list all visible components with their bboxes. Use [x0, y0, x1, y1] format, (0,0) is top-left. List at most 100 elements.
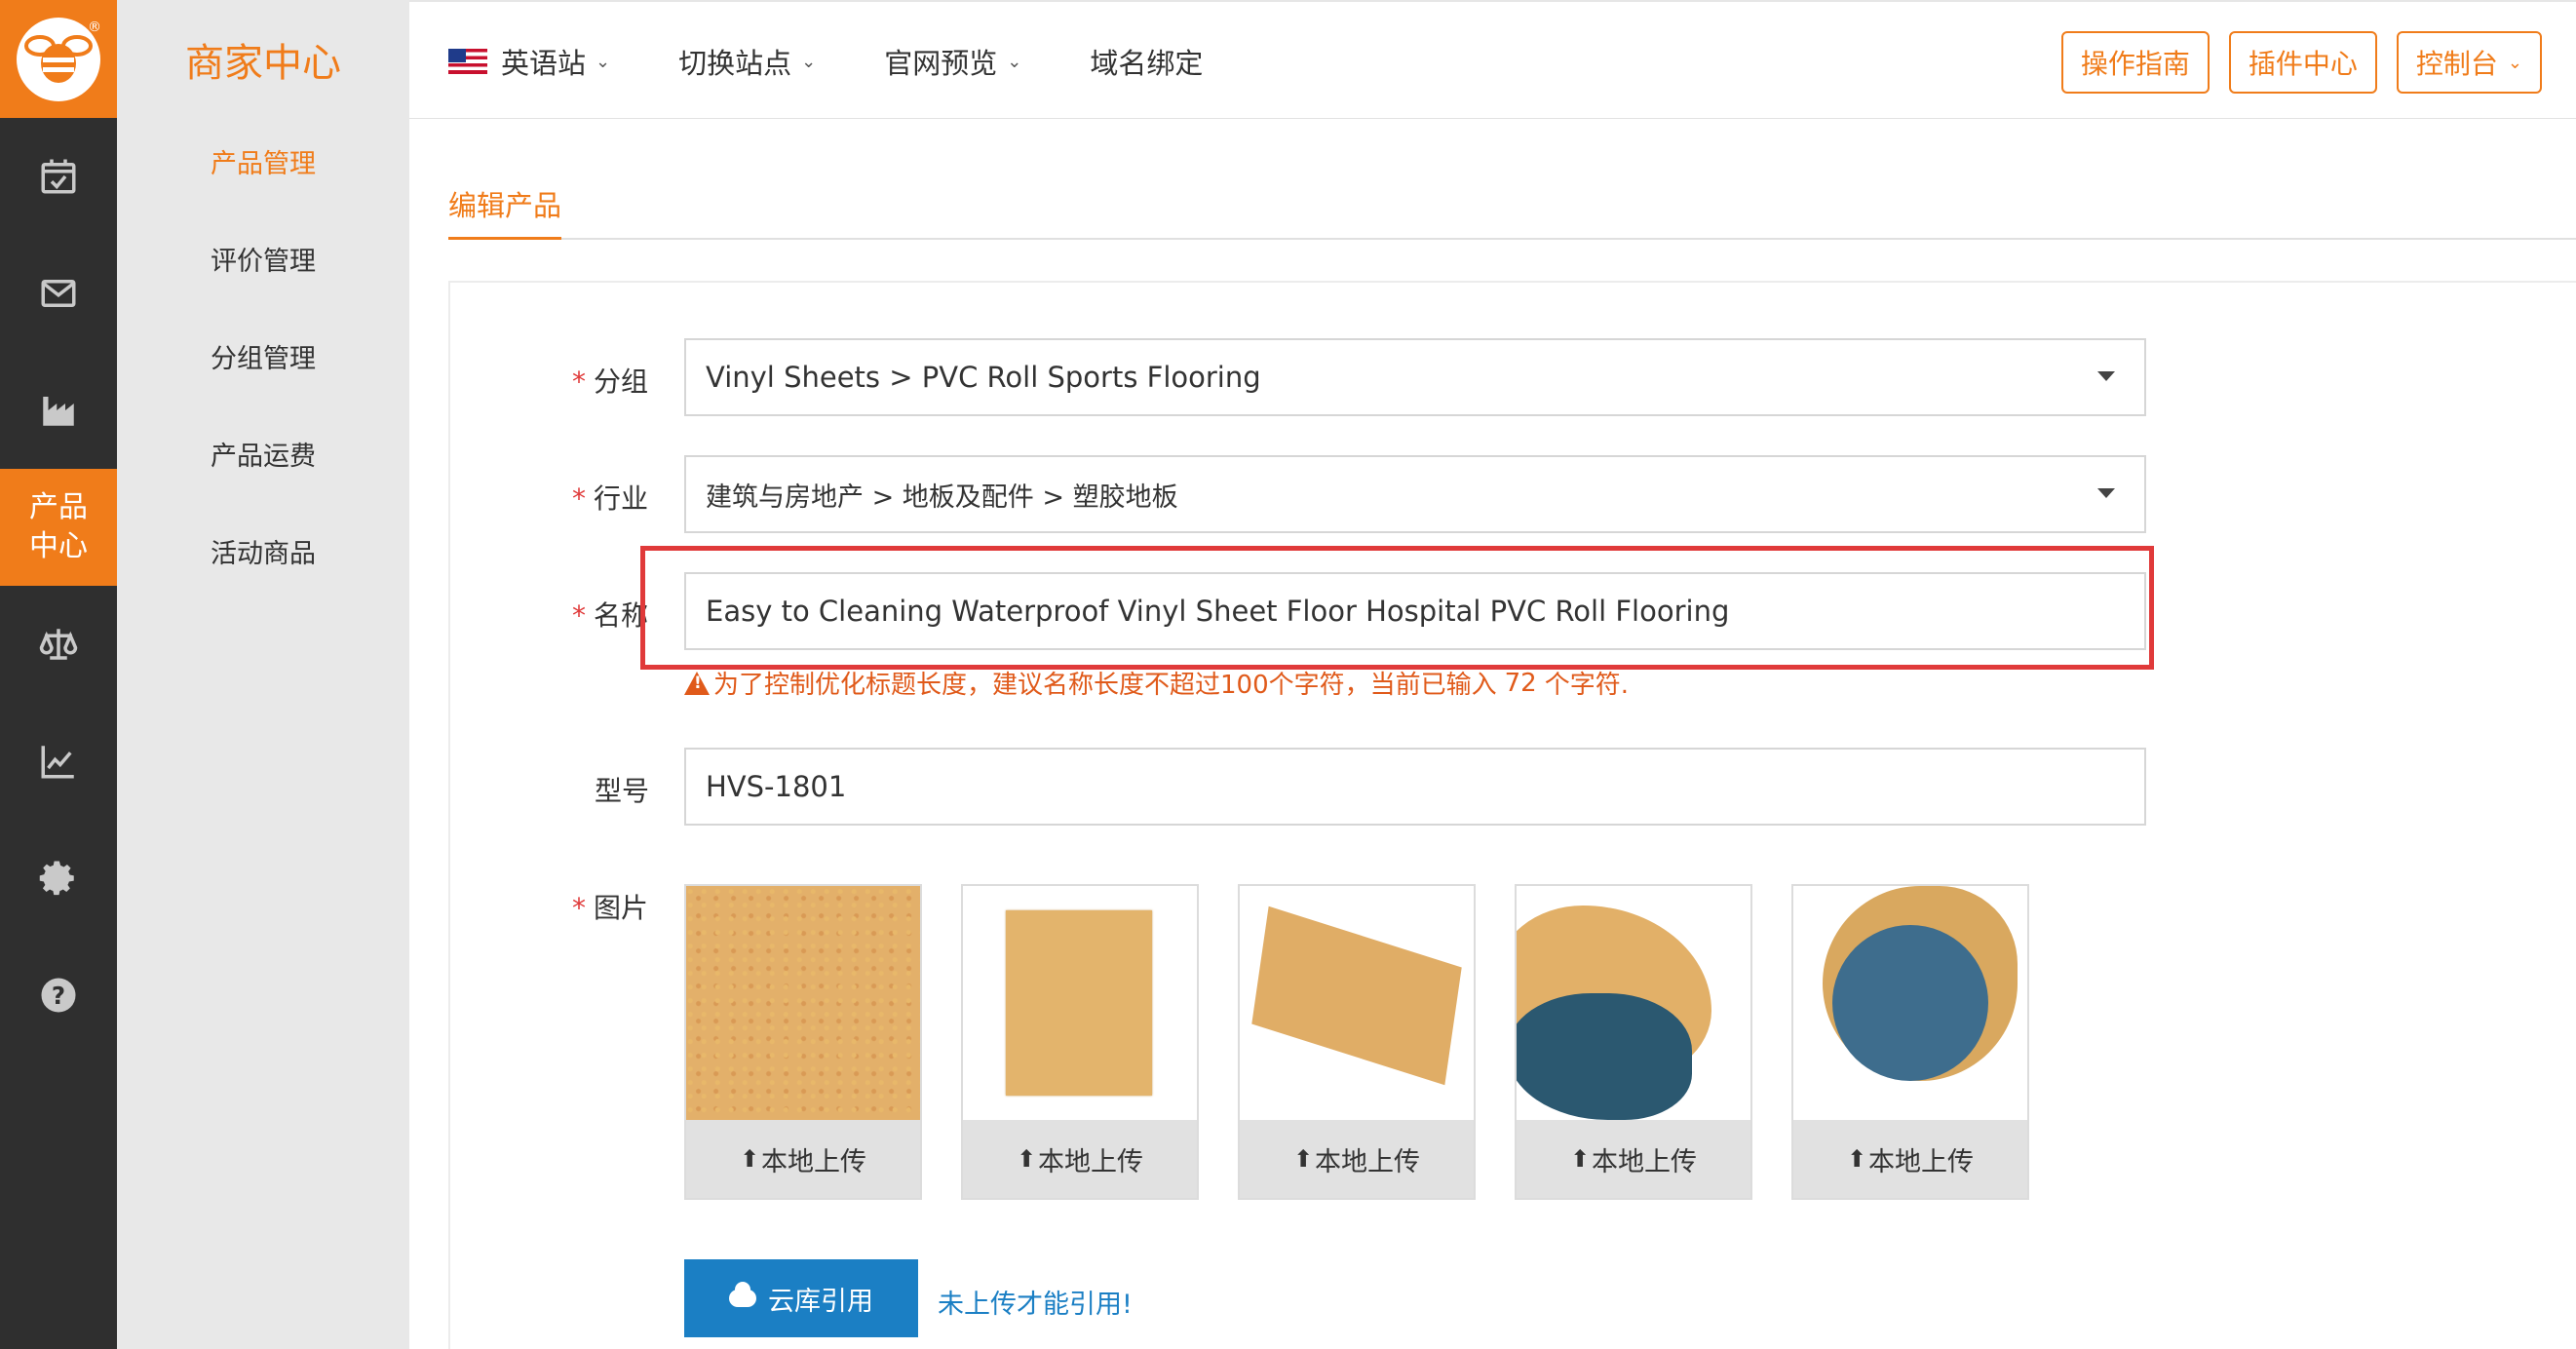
chevron-down-icon: ⌄ — [801, 51, 817, 72]
rail-balance[interactable] — [0, 586, 117, 703]
group-select[interactable]: Vinyl Sheets > PVC Roll Sports Flooring — [684, 338, 2146, 416]
upload-icon: ⬆ — [1292, 1145, 1314, 1173]
nav-site-preview-label: 官网预览 — [884, 47, 998, 80]
rail-product-center[interactable]: 产品 中心 — [0, 469, 117, 586]
top-nav: 英语站 ⌄ 切换站点 ⌄ 官网预览 ⌄ 域名绑定 — [448, 2, 1271, 121]
top-buttons: 操作指南 插件中心 控制台 ⌄ — [2042, 31, 2542, 94]
nav-domain-binding-label: 域名绑定 — [1090, 47, 1204, 80]
menu-item-review-management[interactable]: 评价管理 — [117, 210, 409, 307]
local-upload-button[interactable]: ⬆ 本地上传 — [963, 1120, 1197, 1198]
image-card[interactable]: ⬆ 本地上传 — [684, 884, 922, 1200]
nav-site-preview[interactable]: 官网预览 ⌄ — [884, 41, 1021, 82]
cloud-library-button[interactable]: 云库引用 — [684, 1259, 918, 1337]
warning-icon — [684, 671, 710, 695]
upload-icon: ⬆ — [739, 1145, 760, 1173]
model-value: HVS-1801 — [706, 770, 847, 803]
caret-down-icon — [2097, 371, 2115, 381]
name-highlight-box — [640, 546, 2154, 670]
required-mark: * — [572, 366, 586, 398]
industry-label-text: 行业 — [594, 482, 649, 515]
image-card[interactable]: ⬆ 本地上传 — [1515, 884, 1752, 1200]
rail-factory[interactable] — [0, 352, 117, 469]
chevron-down-icon: ⌄ — [1007, 51, 1022, 72]
registered-mark: ® — [88, 19, 101, 35]
cloud-icon — [729, 1282, 756, 1307]
caret-down-icon — [2097, 488, 2115, 498]
form-panel: * 分组 Vinyl Sheets > PVC Roll Sports Floor… — [448, 281, 2576, 1349]
logo[interactable]: ® — [0, 0, 117, 118]
upload-icon: ⬆ — [1569, 1145, 1591, 1173]
menu-item-promo-products[interactable]: 活动商品 — [117, 502, 409, 599]
group-select-value: Vinyl Sheets > PVC Roll Sports Flooring — [706, 361, 1261, 394]
menu-item-group-management[interactable]: 分组管理 — [117, 307, 409, 405]
menu-item-product-management[interactable]: 产品管理 — [117, 112, 409, 210]
local-upload-button[interactable]: ⬆ 本地上传 — [686, 1120, 920, 1198]
cloud-button-label: 云库引用 — [768, 1286, 873, 1317]
rail-help[interactable]: ? — [0, 937, 117, 1054]
rail-product-label-1: 产品 — [29, 490, 88, 524]
local-upload-button[interactable]: ⬆ 本地上传 — [1793, 1120, 2027, 1198]
top-bar: 英语站 ⌄ 切换站点 ⌄ 官网预览 ⌄ 域名绑定 操作指南 插件中心 控制台 ⌄ — [409, 0, 2576, 119]
required-mark: * — [572, 892, 586, 924]
required-mark: * — [572, 599, 586, 632]
tab-edit-product[interactable]: 编辑产品 — [448, 183, 562, 240]
image-card[interactable]: ⬆ 本地上传 — [1238, 884, 1476, 1200]
chevron-down-icon: ⌄ — [2507, 52, 2522, 73]
product-image-texture — [686, 886, 920, 1123]
local-upload-button[interactable]: ⬆ 本地上传 — [1517, 1120, 1750, 1198]
images-label-text: 图片 — [594, 892, 649, 924]
nav-domain-binding[interactable]: 域名绑定 — [1090, 41, 1203, 82]
console-button-label: 控制台 — [2415, 48, 2498, 80]
guide-button[interactable]: 操作指南 — [2060, 31, 2210, 94]
plugin-center-button[interactable]: 插件中心 — [2228, 31, 2377, 94]
image-list: ⬆ 本地上传 ⬆ 本地上传 ⬆ 本地上传 ⬆ 本地上传 ⬆ 本地上传 — [684, 884, 2068, 1200]
image-card[interactable]: ⬆ 本地上传 — [961, 884, 1199, 1200]
local-upload-label: 本地上传 — [1868, 1146, 1975, 1177]
local-upload-label: 本地上传 — [1592, 1146, 1698, 1177]
trend-chart-icon — [41, 746, 74, 779]
image-card[interactable]: ⬆ 本地上传 — [1791, 884, 2029, 1200]
hint-text: 为了控制优化标题长度，建议名称长度不超过100个字符，当前已输入 — [713, 671, 1497, 700]
product-image-roll-corner — [1517, 886, 1750, 1123]
cloud-note: 未上传才能引用! — [938, 1290, 1133, 1320]
local-upload-label: 本地上传 — [1315, 1146, 1421, 1177]
rail-mail[interactable] — [0, 235, 117, 352]
hint-count: 72 — [1504, 668, 1537, 698]
svg-text:?: ? — [52, 982, 65, 1010]
model-label: 型号 — [595, 775, 650, 807]
local-upload-label: 本地上传 — [1038, 1146, 1144, 1177]
nav-switch-site[interactable]: 切换站点 ⌄ — [678, 41, 816, 82]
product-image-sheet — [963, 886, 1197, 1123]
required-mark: * — [572, 482, 586, 515]
name-label: * 名称 — [572, 595, 648, 634]
name-length-hint: 为了控制优化标题长度，建议名称长度不超过100个字符，当前已输入 72 个字符. — [684, 665, 1629, 701]
upload-icon: ⬆ — [1846, 1145, 1867, 1173]
mail-icon — [41, 280, 76, 307]
group-label: * 分组 — [572, 361, 648, 400]
nav-switch-site-label: 切换站点 — [678, 47, 792, 80]
rail-calendar[interactable] — [0, 118, 117, 235]
app-root: ® 产品 中心 ? 商家中心 产品管理 评价管理 分组管理 产品运费 活动商品 … — [0, 0, 2576, 1349]
merchant-center-title: 商家中心 — [185, 40, 341, 86]
images-label: * 图片 — [572, 887, 648, 926]
upload-icon: ⬆ — [1016, 1145, 1037, 1173]
industry-label: * 行业 — [572, 478, 648, 517]
menu-item-product-shipping[interactable]: 产品运费 — [117, 405, 409, 502]
console-button[interactable]: 控制台 ⌄ — [2396, 31, 2542, 94]
industry-select-value: 建筑与房地产 > 地板及配件 > 塑胶地板 — [706, 482, 1178, 513]
model-input[interactable]: HVS-1801 — [684, 748, 2146, 826]
rail-settings[interactable] — [0, 820, 117, 937]
scale-icon — [39, 629, 78, 660]
nav-english-site[interactable]: 英语站 ⌄ — [448, 41, 610, 82]
local-upload-button[interactable]: ⬆ 本地上传 — [1240, 1120, 1474, 1198]
rail-product-label-2: 中心 — [29, 529, 88, 563]
help-icon: ? — [41, 978, 76, 1013]
industry-select[interactable]: 建筑与房地产 > 地板及配件 > 塑胶地板 — [684, 455, 2146, 533]
chevron-down-icon: ⌄ — [596, 51, 611, 72]
tab-bar: 编辑产品 — [448, 175, 2576, 240]
rail-analytics[interactable] — [0, 703, 117, 820]
group-label-text: 分组 — [594, 366, 649, 398]
product-image-roll — [1793, 886, 2027, 1123]
icon-rail: ® 产品 中心 ? — [0, 0, 117, 1349]
gear-icon — [39, 861, 74, 896]
